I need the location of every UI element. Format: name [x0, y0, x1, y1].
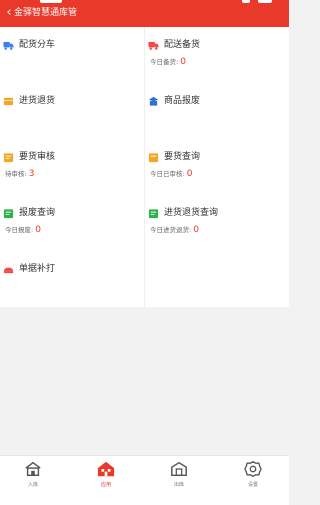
status-notch [258, 0, 272, 3]
tile-label: 单据补打 [19, 264, 56, 274]
stat-label: 今日备货: [150, 58, 179, 66]
status-notch [40, 0, 62, 3]
tab-outbound[interactable]: 出库 [159, 460, 199, 496]
tile-stat: 今日报废: 0 [5, 225, 41, 235]
tile-delivery-stock[interactable]: 配送备货 今日备货: 0 [145, 27, 289, 83]
tile-stat: 今日备货: 0 [150, 57, 186, 67]
tile-stat: 今日已审核: 0 [150, 169, 192, 179]
tab-label: 出库 [173, 482, 184, 488]
tab-label: 入库 [27, 482, 38, 488]
return-query-icon [148, 209, 159, 219]
stat-value: 0 [35, 225, 41, 235]
stat-label: 今日已审核: [150, 170, 185, 178]
tile-assign-vehicle[interactable]: 配货分车 [0, 27, 144, 83]
stat-value: 3 [28, 169, 35, 179]
warehouse-in-icon [25, 461, 41, 477]
stat-value: 0 [186, 169, 193, 179]
tile-label: 配送备货 [164, 40, 201, 50]
scrap-icon [148, 96, 159, 106]
query-icon [148, 153, 159, 163]
tab-settings[interactable]: 设置 [233, 460, 273, 496]
tile-label: 报废查询 [19, 208, 56, 218]
warehouse-out-icon [171, 461, 187, 477]
tile-reprint-receipt[interactable]: 单据补打 [0, 251, 144, 307]
tile-label: 商品报废 [164, 96, 201, 106]
tile-purchase-return[interactable]: 进货退货 [0, 83, 144, 139]
tile-stat: 今日进货退货: 0 [150, 225, 199, 235]
scrap-query-icon [3, 209, 14, 219]
printer-icon [3, 267, 14, 274]
tile-label: 配货分车 [19, 40, 56, 50]
tile-return-query[interactable]: 进货退货查询 今日进货退货: 0 [145, 195, 289, 251]
settings-icon [244, 461, 262, 477]
stat-value: 0 [193, 225, 199, 235]
review-icon [3, 153, 14, 163]
tile-request-query[interactable]: 要货查询 今日已审核: 0 [145, 139, 289, 195]
tile-goods-scrap[interactable]: 商品报废 [145, 83, 289, 139]
app-header: ‹ 金驿智慧通库管 [0, 0, 289, 27]
tile-label: 进货退货查询 [164, 208, 219, 218]
tile-label: 要货查询 [164, 152, 201, 162]
stat-label: 待审核: [5, 170, 27, 178]
apps-icon [97, 461, 115, 477]
tile-label: 进货退货 [19, 96, 56, 106]
truck-icon [3, 41, 14, 50]
tab-inbound[interactable]: 入库 [13, 460, 53, 496]
stat-value: 0 [180, 57, 186, 67]
stat-label: 今日进货退货: [150, 226, 192, 234]
page-title: 金驿智慧通库管 [14, 8, 78, 18]
box-icon [3, 97, 14, 106]
delivery-truck-icon [148, 41, 159, 50]
tab-apps[interactable]: 应用 [86, 460, 126, 496]
stat-label: 今日报废: [5, 226, 34, 234]
tile-scrap-query[interactable]: 报废查询 今日报废: 0 [0, 195, 144, 251]
status-notch [242, 0, 250, 3]
tab-label: 设置 [247, 482, 258, 488]
tile-request-review[interactable]: 要货审核 待审核: 3 [0, 139, 144, 195]
tile-label: 要货审核 [19, 152, 56, 162]
empty-tile [145, 251, 289, 307]
bottom-tab-bar: 入库 应用 出库 设置 [0, 455, 289, 505]
grid-divider [144, 27, 145, 307]
tile-stat: 待审核: 3 [5, 169, 34, 179]
tab-label: 应用 [100, 482, 111, 488]
